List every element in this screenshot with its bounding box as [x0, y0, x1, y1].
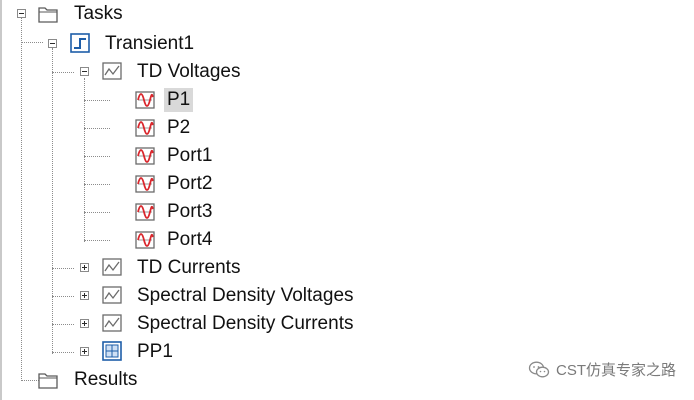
tree-node-td-currents[interactable]: TD Currents: [0, 254, 320, 282]
tree-node-p2[interactable]: P2: [0, 114, 300, 142]
tree-node-label: Port3: [167, 201, 213, 222]
project-tree-panel: Tasks Transient1 TD Voltages P1 P2 Port1…: [0, 0, 694, 400]
tree-node-results[interactable]: Results: [0, 366, 300, 394]
tree-node-transient1[interactable]: Transient1: [0, 30, 300, 58]
tree-node-label: PP1: [137, 341, 173, 362]
tree-node-p1[interactable]: P1: [0, 86, 300, 114]
signal-curve-icon: [135, 147, 155, 165]
navigation-tree: Tasks Transient1 TD Voltages P1 P2 Port1…: [0, 0, 694, 400]
wechat-icon: [528, 361, 550, 377]
tree-node-label: Tasks: [74, 3, 123, 24]
watermark-text: CST仿真专家之路: [555, 362, 676, 379]
signal-curve-icon: [135, 231, 155, 249]
tree-node-tasks[interactable]: Tasks: [0, 0, 300, 28]
expand-toggle[interactable]: [80, 263, 89, 272]
tree-node-label: Port1: [167, 145, 213, 166]
graph-icon: [102, 258, 122, 276]
tree-node-port4[interactable]: Port4: [0, 226, 300, 254]
tree-node-port3[interactable]: Port3: [0, 198, 300, 226]
tree-node-label: Port2: [167, 173, 213, 194]
collapse-toggle[interactable]: [48, 39, 57, 48]
tree-node-label: Results: [74, 369, 138, 390]
tree-node-label: Port4: [167, 229, 213, 250]
graph-icon: [102, 286, 122, 304]
tree-node-label: P2: [167, 117, 191, 138]
expand-toggle[interactable]: [80, 291, 89, 300]
folder-icon: [38, 7, 58, 23]
folder-icon: [38, 373, 58, 389]
tree-node-spectral-density-currents[interactable]: Spectral Density Currents: [0, 310, 420, 338]
graph-icon: [102, 62, 122, 80]
tree-node-label: TD Voltages: [137, 61, 241, 82]
signal-curve-icon: [135, 91, 155, 109]
watermark: CST仿真专家之路: [528, 359, 676, 380]
tree-node-label: Transient1: [105, 33, 195, 54]
tree-node-spectral-density-voltages[interactable]: Spectral Density Voltages: [0, 282, 420, 310]
tree-node-label: Spectral Density Voltages: [137, 285, 354, 306]
grid-icon: [102, 341, 122, 361]
tree-node-label: P1: [164, 88, 194, 112]
tree-node-pp1[interactable]: PP1: [0, 338, 300, 366]
expand-toggle[interactable]: [80, 347, 89, 356]
tree-node-td-voltages[interactable]: TD Voltages: [0, 58, 300, 86]
signal-curve-icon: [135, 175, 155, 193]
signal-curve-icon: [135, 119, 155, 137]
tree-node-label: Spectral Density Currents: [137, 313, 354, 334]
tree-node-label: TD Currents: [137, 257, 241, 278]
tree-node-port1[interactable]: Port1: [0, 142, 300, 170]
signal-curve-icon: [135, 203, 155, 221]
tree-node-port2[interactable]: Port2: [0, 170, 300, 198]
collapse-toggle[interactable]: [17, 9, 26, 18]
transient-step-icon: [70, 33, 90, 53]
expand-toggle[interactable]: [80, 319, 89, 328]
collapse-toggle[interactable]: [80, 67, 89, 76]
graph-icon: [102, 314, 122, 332]
